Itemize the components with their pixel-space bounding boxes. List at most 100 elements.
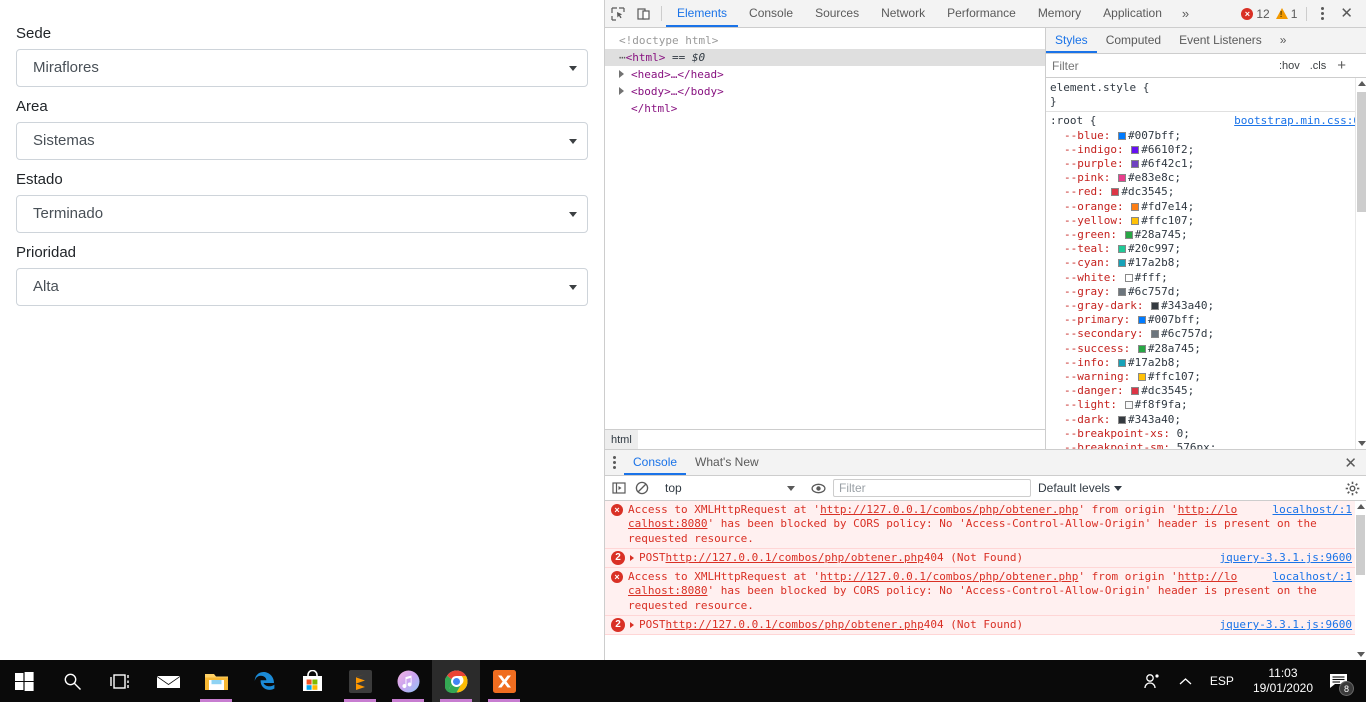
- css-variable-row[interactable]: --yellow: #ffc107;: [1050, 214, 1366, 228]
- dom-line-body[interactable]: <body>…</body>: [605, 83, 1045, 100]
- color-swatch[interactable]: [1117, 174, 1126, 183]
- css-variable-row[interactable]: --gray: #6c757d;: [1050, 285, 1366, 299]
- console-filter-input[interactable]: Filter: [833, 479, 1031, 497]
- warning-count-badge[interactable]: 1: [1274, 7, 1300, 21]
- css-variable-row[interactable]: --pink: #e83e8c;: [1050, 171, 1366, 185]
- css-variable-row[interactable]: --gray-dark: #343a40;: [1050, 299, 1366, 313]
- color-swatch[interactable]: [1131, 145, 1140, 154]
- color-swatch[interactable]: [1124, 401, 1133, 410]
- origin-url-link-cont[interactable]: calhost:8080: [628, 584, 707, 597]
- expand-triangle-icon[interactable]: [619, 70, 624, 78]
- dom-line-html[interactable]: ⋯<html> == $0: [605, 49, 1045, 66]
- tab-network[interactable]: Network: [870, 0, 936, 27]
- css-variable-row[interactable]: --breakpoint-sm: 576px;: [1050, 441, 1366, 449]
- tab-performance[interactable]: Performance: [936, 0, 1027, 27]
- drawer-tab-console[interactable]: Console: [624, 450, 687, 475]
- message-source-link[interactable]: jquery-3.3.1.js:9600: [1212, 551, 1352, 565]
- color-swatch[interactable]: [1137, 316, 1146, 325]
- select-area[interactable]: Sistemas: [16, 122, 588, 160]
- drawer-menu-icon[interactable]: [605, 450, 624, 475]
- css-variable-row[interactable]: --red: #dc3545;: [1050, 185, 1366, 199]
- mail-icon[interactable]: [144, 660, 192, 702]
- color-swatch[interactable]: [1117, 358, 1126, 367]
- clock[interactable]: 11:03 19/01/2020: [1243, 660, 1323, 702]
- color-swatch[interactable]: [1117, 259, 1126, 268]
- tab-elements[interactable]: Elements: [666, 0, 739, 27]
- itunes-icon[interactable]: [384, 660, 432, 702]
- message-source-link[interactable]: jquery-3.3.1.js:9600: [1212, 618, 1352, 632]
- tab-computed[interactable]: Computed: [1097, 28, 1170, 53]
- css-variable-row[interactable]: --dark: #343a40;: [1050, 413, 1366, 427]
- clear-console-icon[interactable]: [634, 480, 650, 496]
- close-devtools-icon[interactable]: ✕: [1333, 6, 1360, 21]
- notifications-icon[interactable]: 8: [1323, 660, 1360, 702]
- tab-styles[interactable]: Styles: [1046, 28, 1097, 53]
- css-variable-row[interactable]: --indigo: #6610f2;: [1050, 143, 1366, 157]
- css-variable-row[interactable]: --purple: #6f42c1;: [1050, 157, 1366, 171]
- sublime-text-icon[interactable]: [336, 660, 384, 702]
- css-variable-row[interactable]: --orange: #fd7e14;: [1050, 200, 1366, 214]
- hov-toggle[interactable]: :hov: [1277, 60, 1302, 72]
- request-url-link[interactable]: http://127.0.0.1/combos/php/obtener.php: [666, 618, 924, 632]
- message-source-link[interactable]: localhost/:1: [1265, 503, 1352, 517]
- scroll-down-icon[interactable]: [1358, 441, 1366, 446]
- styles-scrollbar[interactable]: [1355, 78, 1366, 449]
- color-swatch[interactable]: [1137, 344, 1146, 353]
- devtools-menu-icon[interactable]: [1314, 7, 1331, 20]
- color-swatch[interactable]: [1111, 188, 1120, 197]
- request-url-link[interactable]: http://127.0.0.1/combos/php/obtener.php: [820, 570, 1078, 583]
- origin-url-link[interactable]: http://lo: [1178, 503, 1238, 516]
- console-sidebar-icon[interactable]: [611, 480, 627, 496]
- origin-url-link[interactable]: http://lo: [1178, 570, 1238, 583]
- close-drawer-icon[interactable]: ✕: [1335, 450, 1366, 475]
- color-swatch[interactable]: [1117, 245, 1126, 254]
- cls-toggle[interactable]: .cls: [1308, 60, 1329, 72]
- color-swatch[interactable]: [1131, 160, 1140, 169]
- color-swatch[interactable]: [1124, 231, 1133, 240]
- css-variable-row[interactable]: --secondary: #6c757d;: [1050, 327, 1366, 341]
- expand-triangle-icon[interactable]: [630, 622, 634, 629]
- css-variable-row[interactable]: --teal: #20c997;: [1050, 242, 1366, 256]
- people-icon[interactable]: [1134, 660, 1170, 702]
- tab-sources[interactable]: Sources: [804, 0, 870, 27]
- request-url-link[interactable]: http://127.0.0.1/combos/php/obtener.php: [820, 503, 1078, 516]
- drawer-tab-whats-new[interactable]: What's New: [686, 450, 768, 475]
- color-swatch[interactable]: [1151, 330, 1160, 339]
- css-variable-row[interactable]: --warning: #ffc107;: [1050, 370, 1366, 384]
- search-icon[interactable]: [48, 660, 96, 702]
- styles-filter-input[interactable]: [1052, 58, 1271, 73]
- color-swatch[interactable]: [1117, 131, 1126, 140]
- console-log-levels-selector[interactable]: Default levels: [1038, 481, 1123, 495]
- styles-more-tabs-icon[interactable]: »: [1271, 28, 1296, 53]
- tab-console[interactable]: Console: [738, 0, 804, 27]
- origin-url-link-cont[interactable]: calhost:8080: [628, 517, 707, 530]
- scroll-up-icon[interactable]: [1357, 504, 1365, 509]
- css-variable-row[interactable]: --green: #28a745;: [1050, 228, 1366, 242]
- scrollbar-thumb[interactable]: [1357, 92, 1366, 212]
- file-explorer-icon[interactable]: [192, 660, 240, 702]
- breadcrumb-item-html[interactable]: html: [605, 429, 638, 450]
- inspect-element-icon[interactable]: [605, 0, 631, 27]
- select-prioridad[interactable]: Alta: [16, 268, 588, 306]
- tab-event-listeners[interactable]: Event Listeners: [1170, 28, 1271, 53]
- expand-triangle-icon[interactable]: [619, 87, 624, 95]
- color-swatch[interactable]: [1131, 216, 1140, 225]
- request-url-link[interactable]: http://127.0.0.1/combos/php/obtener.php: [666, 551, 924, 565]
- css-variable-row[interactable]: --primary: #007bff;: [1050, 313, 1366, 327]
- console-settings-gear-icon[interactable]: [1344, 480, 1360, 496]
- color-swatch[interactable]: [1137, 373, 1146, 382]
- error-count-badge[interactable]: × 12: [1239, 7, 1271, 21]
- scroll-up-icon[interactable]: [1358, 81, 1366, 86]
- select-estado[interactable]: Terminado: [16, 195, 588, 233]
- css-variable-row[interactable]: --white: #fff;: [1050, 271, 1366, 285]
- css-variable-row[interactable]: --info: #17a2b8;: [1050, 356, 1366, 370]
- root-source-link[interactable]: bootstrap.min.css:6: [1234, 114, 1360, 128]
- color-swatch[interactable]: [1117, 287, 1126, 296]
- tab-application[interactable]: Application: [1092, 0, 1173, 27]
- color-swatch[interactable]: [1131, 202, 1140, 211]
- task-view-icon[interactable]: [96, 660, 144, 702]
- css-variable-row[interactable]: --success: #28a745;: [1050, 342, 1366, 356]
- more-tabs-icon[interactable]: »: [1173, 0, 1198, 27]
- scroll-down-icon[interactable]: [1357, 652, 1365, 657]
- css-variable-row[interactable]: --danger: #dc3545;: [1050, 384, 1366, 398]
